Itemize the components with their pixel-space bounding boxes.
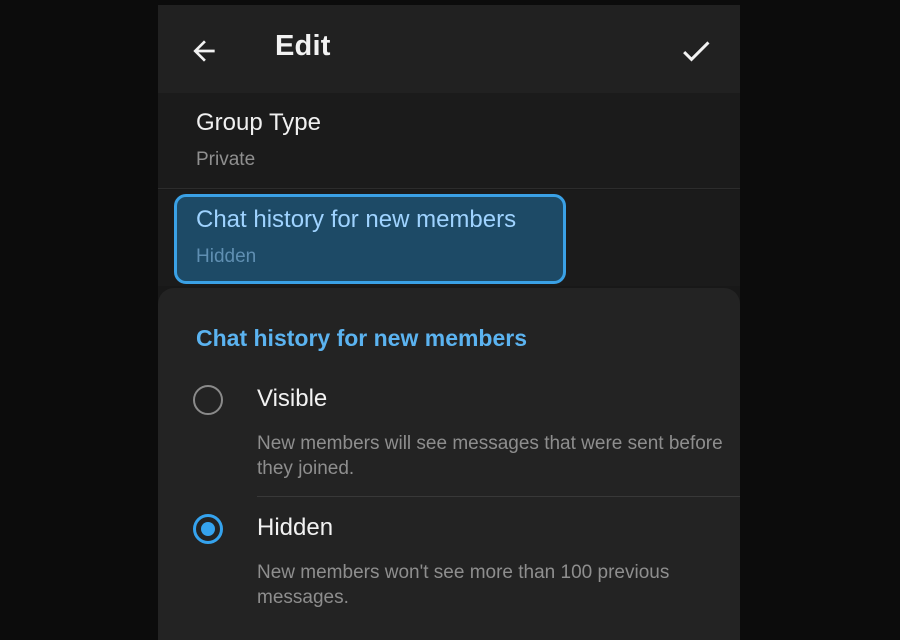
app-window: Edit Group Type Private Chat history for…: [158, 5, 740, 640]
option-hidden-label[interactable]: Hidden: [257, 514, 333, 542]
option-divider: [257, 496, 740, 497]
group-type-setting[interactable]: Group Type Private: [158, 93, 740, 189]
group-type-value: Private: [196, 149, 256, 170]
chat-history-label: Chat history for new members: [196, 206, 517, 233]
group-type-label: Group Type: [196, 109, 321, 136]
page-title: Edit: [275, 30, 331, 62]
option-visible-label[interactable]: Visible: [257, 385, 327, 413]
option-hidden-description: New members won't see more than 100 prev…: [257, 562, 670, 608]
sheet-title: Chat history for new members: [196, 325, 528, 351]
chat-history-value: Hidden: [196, 246, 257, 267]
back-arrow-icon[interactable]: [188, 35, 220, 67]
checkmark-icon[interactable]: [678, 33, 714, 69]
bottom-sheet: Chat history for new members Visible New…: [158, 288, 740, 640]
radio-icon[interactable]: [193, 385, 223, 415]
option-visible-description: New members will see messages that were …: [257, 433, 723, 479]
top-app-bar: Edit: [158, 5, 740, 93]
chat-history-setting[interactable]: Chat history for new members Hidden: [158, 190, 740, 286]
radio-icon[interactable]: [193, 514, 223, 544]
